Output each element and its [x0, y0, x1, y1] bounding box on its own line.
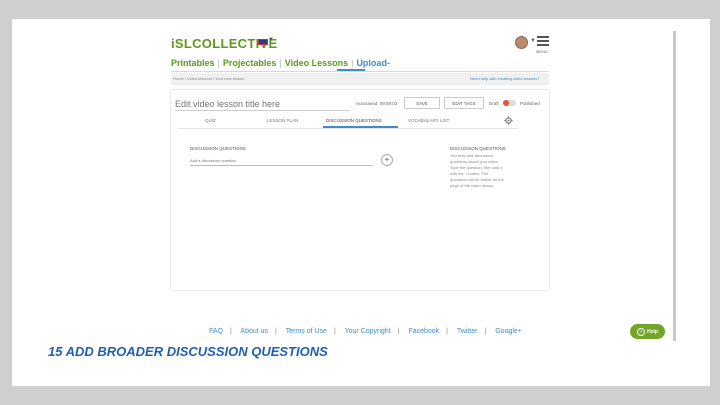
- nav-printables[interactable]: Printables: [171, 58, 215, 68]
- tab-vocabulary-list[interactable]: VOCABULARY LIST: [408, 118, 449, 123]
- tab-quiz[interactable]: QUIZ: [205, 118, 216, 123]
- main-nav: Printables | Projectables | Video Lesson…: [171, 58, 390, 68]
- save-button[interactable]: SAVE: [404, 97, 440, 109]
- add-question-button[interactable]: +: [381, 154, 393, 166]
- chevron-down-icon[interactable]: ▼: [268, 37, 274, 43]
- nav-projectables[interactable]: Projectables: [223, 58, 277, 68]
- autosave-status: Autosaved: 09:59:03: [356, 101, 398, 106]
- help-button-label: Help: [647, 328, 658, 335]
- footer-separator: |: [275, 328, 277, 335]
- lesson-title-input[interactable]: [175, 99, 350, 111]
- breadcrumb[interactable]: Home / Video lessons / Your new lesson: [173, 76, 244, 81]
- publish-toggle[interactable]: [503, 100, 516, 106]
- footer-links: FAQ | About us | Terms of Use | Your Copyri…: [209, 328, 522, 335]
- tabs-divider: [178, 128, 518, 129]
- footer-link-terms[interactable]: Terms of Use: [286, 328, 327, 335]
- footer-separator: |: [333, 328, 336, 335]
- footer-link-faq[interactable]: FAQ: [209, 328, 223, 335]
- avatar[interactable]: [515, 36, 528, 49]
- nav-separator: |: [351, 58, 354, 68]
- language-flag-icon[interactable]: [258, 39, 268, 45]
- edit-tags-button[interactable]: EDIT TAGS: [444, 97, 484, 109]
- help-panel-heading: DISCUSSION QUESTIONS: [450, 146, 506, 151]
- published-label: Published: [520, 101, 540, 106]
- footer-link-copyright[interactable]: Your Copyright: [345, 328, 391, 335]
- chevron-down-icon[interactable]: ▼: [530, 38, 536, 44]
- nav-upload[interactable]: Upload-: [356, 58, 390, 68]
- help-button[interactable]: ? Help: [630, 324, 665, 339]
- menu-label[interactable]: MENU: [536, 49, 548, 54]
- nav-divider: [171, 71, 549, 72]
- toggle-knob: [503, 100, 509, 106]
- nav-separator: |: [279, 58, 282, 68]
- footer-link-twitter[interactable]: Twitter: [457, 328, 478, 335]
- question-icon: ?: [637, 327, 646, 336]
- footer-link-about[interactable]: About us: [240, 328, 268, 335]
- footer-separator: |: [397, 328, 400, 335]
- nav-separator: |: [217, 58, 220, 68]
- help-panel-text: You may add discussion questions about y…: [450, 153, 504, 188]
- help-link[interactable]: Need help with creating video lessons?: [470, 76, 539, 81]
- draft-label: Draft: [489, 101, 499, 106]
- active-tab-indicator: [323, 126, 398, 128]
- scrollbar-thumb[interactable]: [673, 31, 676, 341]
- footer-link-facebook[interactable]: Facebook: [408, 328, 439, 335]
- hamburger-menu-icon[interactable]: [537, 36, 549, 48]
- discussion-heading: DISCUSSION QUESTIONS: [190, 146, 246, 151]
- tab-lesson-plan[interactable]: LESSON PLAN: [267, 118, 298, 123]
- gear-icon[interactable]: [504, 116, 513, 125]
- discussion-question-input[interactable]: [190, 158, 373, 166]
- footer-link-google[interactable]: Google+: [495, 328, 522, 335]
- footer-separator: |: [446, 328, 448, 335]
- footer-separator: |: [484, 328, 487, 335]
- slide-caption: 15 ADD BROADER DISCUSSION QUESTIONS: [48, 344, 328, 359]
- nav-video-lessons[interactable]: Video Lessons: [285, 58, 348, 68]
- nav-active-indicator: [337, 69, 365, 71]
- tab-discussion-questions[interactable]: DISCUSSION QUESTIONS: [326, 118, 382, 123]
- footer-separator: |: [230, 328, 232, 335]
